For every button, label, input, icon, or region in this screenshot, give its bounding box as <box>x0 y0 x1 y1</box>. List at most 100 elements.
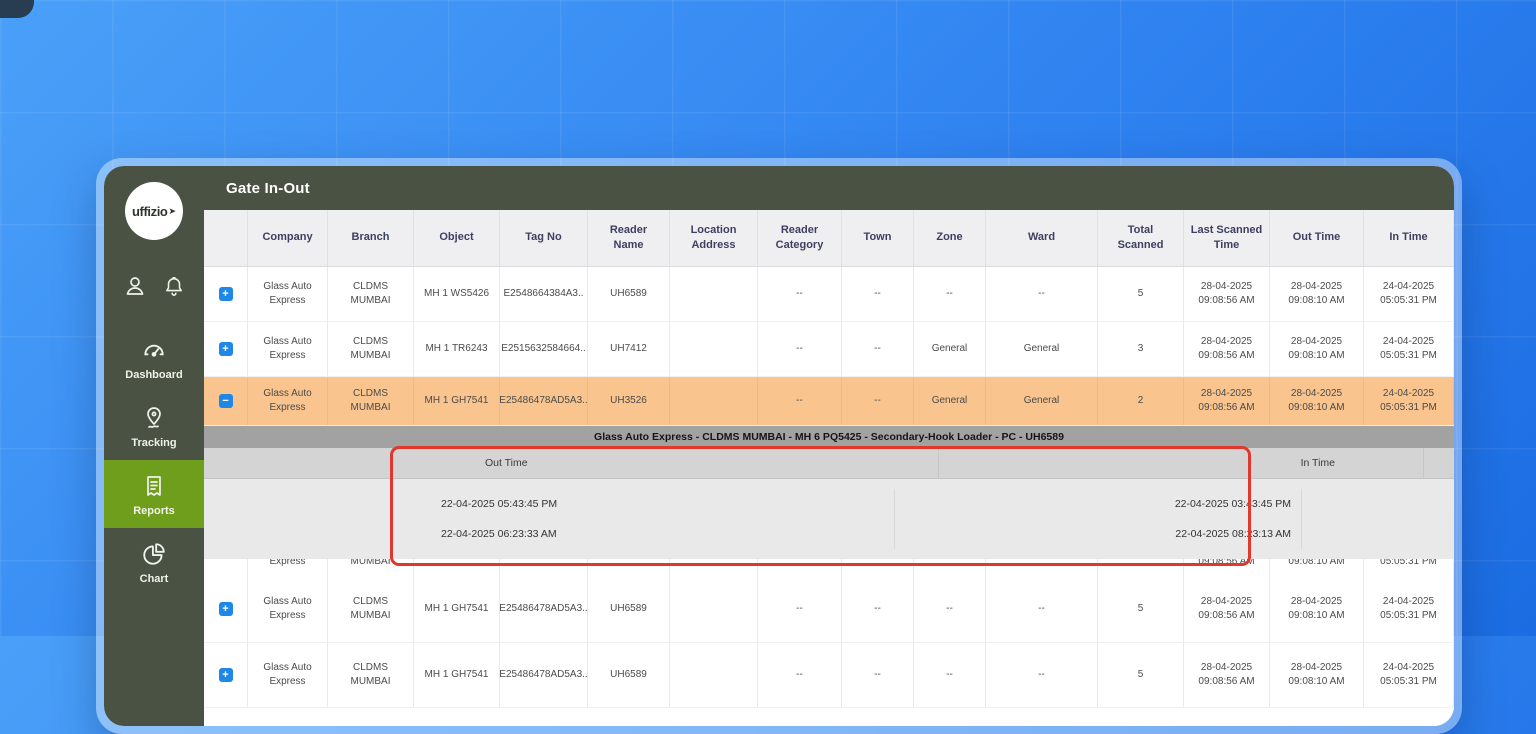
table-body: +Glass Auto ExpressCLDMS MUMBAIMH 1 WS54… <box>204 267 1454 708</box>
column-header[interactable]: In Time <box>1364 210 1454 266</box>
partially-hidden-row: Glass Auto ExpressCLDMS MUMBAI28-04-2025… <box>204 559 1454 576</box>
table-cell <box>914 559 986 576</box>
table-cell: 28-04-2025 09:08:10 AM <box>1270 559 1364 576</box>
table-cell: CLDMS MUMBAI <box>328 559 414 576</box>
expand-column-header[interactable] <box>204 210 248 266</box>
page-titlebar: Gate In-Out <box>204 166 1454 210</box>
table-cell: 2 <box>1098 377 1184 425</box>
expand-cell <box>204 559 248 576</box>
table-row: +Glass Auto ExpressCLDMS MUMBAIMH 1 TR62… <box>204 322 1454 377</box>
sidebar-item-dashboard[interactable]: Dashboard <box>104 324 204 392</box>
table-cell: CLDMS MUMBAI <box>328 643 414 707</box>
table-cell: Glass Auto Express <box>248 267 328 321</box>
table-cell: 5 <box>1098 643 1184 707</box>
column-header[interactable]: Branch <box>328 210 414 266</box>
user-icon[interactable] <box>123 274 147 298</box>
detail-out-time-value: 22-04-2025 05:43:45 PM <box>393 489 895 519</box>
detail-out-time-value: 22-04-2025 06:23:33 AM <box>393 519 895 549</box>
table-cell: E25486478AD5A3.. <box>500 377 588 425</box>
sidebar-nav: Dashboard Tracking ReportsChart <box>104 324 204 596</box>
corner-decoration <box>0 0 34 18</box>
table-row: − Glass Auto ExpressCLDMS MUMBAIMH 1 GH75… <box>204 377 1454 426</box>
table-cell <box>500 559 588 576</box>
sidebar-item-label: Tracking <box>131 437 176 449</box>
column-header[interactable]: Company <box>248 210 328 266</box>
bell-icon[interactable] <box>163 274 185 298</box>
expanded-row-title: Glass Auto Express - CLDMS MUMBAI - MH 6… <box>204 426 1454 448</box>
table-cell: -- <box>842 377 914 425</box>
table-cell: UH6589 <box>588 643 670 707</box>
table-cell: -- <box>986 267 1098 321</box>
expand-cell: + <box>204 267 248 321</box>
detail-col-in-time: In Time <box>939 448 1424 478</box>
table-cell: -- <box>842 267 914 321</box>
table-cell: 24-04-2025 05:05:31 PM <box>1364 377 1454 425</box>
table-cell <box>588 559 670 576</box>
table-cell: CLDMS MUMBAI <box>328 322 414 376</box>
table-cell: 28-04-2025 09:08:56 AM <box>1184 643 1270 707</box>
table-cell: 28-04-2025 09:08:56 AM <box>1184 559 1270 576</box>
column-header[interactable]: Zone <box>914 210 986 266</box>
table-cell: CLDMS MUMBAI <box>328 576 414 642</box>
table-cell: Glass Auto Express <box>248 377 328 425</box>
column-header[interactable]: Last Scanned Time <box>1184 210 1270 266</box>
column-header[interactable]: Reader Category <box>758 210 842 266</box>
table-cell: MH 1 GH7541 <box>414 643 500 707</box>
table-cell: 24-04-2025 05:05:31 PM <box>1364 576 1454 642</box>
chart-icon <box>141 541 167 567</box>
table-cell: 28-04-2025 09:08:56 AM <box>1184 267 1270 321</box>
column-header[interactable]: Town <box>842 210 914 266</box>
table-cell: -- <box>758 377 842 425</box>
sidebar-item-reports[interactable]: Reports <box>104 460 204 528</box>
table-cell: 28-04-2025 09:08:10 AM <box>1270 267 1364 321</box>
expand-row-button[interactable]: + <box>219 668 233 682</box>
app-window: uffizio ➤ DashboardTrackingReportsChart … <box>96 158 1462 734</box>
column-header[interactable]: Tag No <box>500 210 588 266</box>
table-cell: CLDMS MUMBAI <box>328 377 414 425</box>
detail-col-out-time: Out Time <box>393 448 939 478</box>
table-cell: General <box>986 322 1098 376</box>
table-row: +Glass Auto ExpressCLDMS MUMBAIMH 1 GH75… <box>204 643 1454 708</box>
table-cell: -- <box>914 576 986 642</box>
table-header-row: CompanyBranchObjectTag NoReader NameLoca… <box>204 210 1454 267</box>
table-cell: -- <box>842 576 914 642</box>
detail-in-time-value: 22-04-2025 08:23:13 AM <box>895 519 1302 549</box>
column-header[interactable]: Out Time <box>1270 210 1364 266</box>
table-cell <box>758 559 842 576</box>
sidebar-item-tracking[interactable]: Tracking <box>104 392 204 460</box>
table-cell <box>670 267 758 321</box>
column-header[interactable]: Total Scanned <box>1098 210 1184 266</box>
column-header[interactable]: Ward <box>986 210 1098 266</box>
table-cell: E2515632584664.. <box>500 322 588 376</box>
table-row: +Glass Auto ExpressCLDMS MUMBAIMH 1 GH75… <box>204 576 1454 643</box>
table-cell: E25486478AD5A3.. <box>500 643 588 707</box>
table-cell: 28-04-2025 09:08:56 AM <box>1184 377 1270 425</box>
table-cell: E25486478AD5A3.. <box>500 576 588 642</box>
collapse-row-button[interactable]: − <box>219 394 233 408</box>
expand-cell: + <box>204 322 248 376</box>
table-cell: -- <box>986 643 1098 707</box>
expand-row-button[interactable]: + <box>219 602 233 616</box>
expanded-detail-table: Out Time In Time 22-04-2025 05:43:45 PM … <box>204 448 1454 559</box>
table-cell <box>986 559 1098 576</box>
column-header[interactable]: Location Address <box>670 210 758 266</box>
table-cell: General <box>914 377 986 425</box>
expand-row-button[interactable]: + <box>219 287 233 301</box>
table-cell: UH3526 <box>588 377 670 425</box>
table-cell <box>414 559 500 576</box>
app-logo[interactable]: uffizio ➤ <box>125 182 183 240</box>
detail-row: 22-04-2025 05:43:45 PM 22-04-2025 03:43:… <box>204 489 1454 519</box>
table-cell <box>670 576 758 642</box>
table-cell: E2548664384A3.. <box>500 267 588 321</box>
table-row: Glass Auto ExpressCLDMS MUMBAI28-04-2025… <box>204 559 1454 576</box>
sidebar-item-label: Dashboard <box>125 369 182 381</box>
sidebar-item-chart[interactable]: Chart <box>104 528 204 596</box>
table-cell: MH 1 GH7541 <box>414 576 500 642</box>
table-cell: 28-04-2025 09:08:10 AM <box>1270 322 1364 376</box>
expand-row-button[interactable]: + <box>219 342 233 356</box>
table-cell: -- <box>758 576 842 642</box>
column-header[interactable]: Object <box>414 210 500 266</box>
table-cell: MH 1 GH7541 <box>414 377 500 425</box>
logo-text: uffizio <box>132 204 167 219</box>
column-header[interactable]: Reader Name <box>588 210 670 266</box>
